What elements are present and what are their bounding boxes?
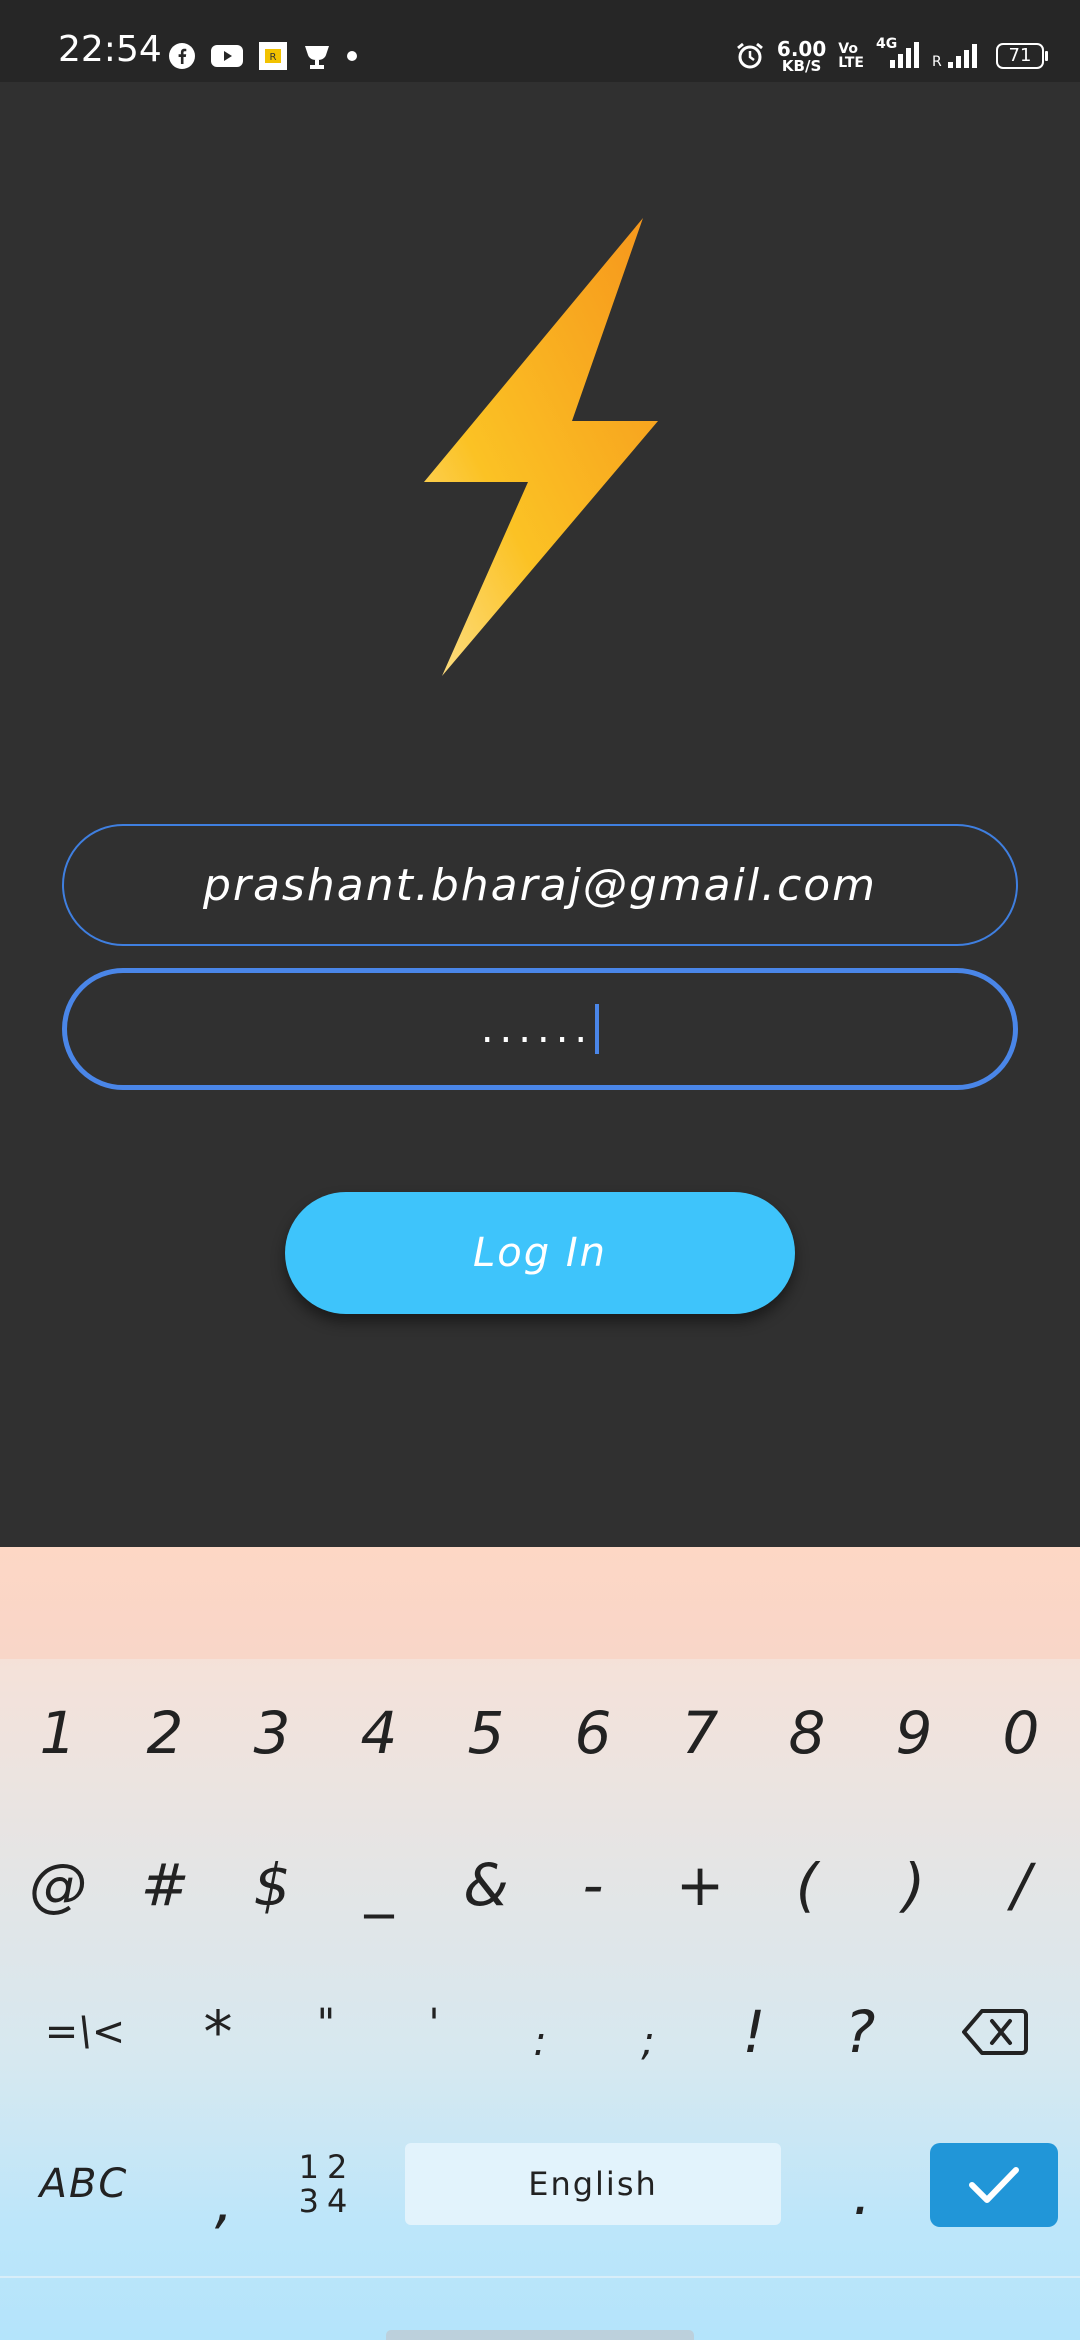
- signal-roaming-indicator: R: [932, 40, 984, 72]
- system-icons: 6.00 KB/S Vo LTE 4G R 71: [735, 36, 1048, 75]
- key-5[interactable]: 5: [432, 1678, 540, 1788]
- key-6[interactable]: 6: [539, 1678, 647, 1788]
- keyboard: 1 2 3 4 5 6 7 8 9 0 @ # $ _ & - + ( ) / …: [0, 1547, 1080, 2340]
- key-semicolon[interactable]: ;: [594, 1987, 702, 2097]
- network-speed-unit: KB/S: [781, 57, 822, 75]
- checkmark-icon: [969, 2167, 1019, 2203]
- key-underscore[interactable]: _: [325, 1830, 433, 1940]
- key-exclamation[interactable]: !: [700, 1977, 808, 2087]
- key-open-paren[interactable]: (: [753, 1830, 861, 1940]
- svg-text:R: R: [270, 52, 277, 63]
- email-value: prashant.bharaj@gmail.com: [202, 859, 878, 911]
- signal-icon: [890, 42, 919, 68]
- backspace-key[interactable]: [940, 1977, 1050, 2087]
- facebook-icon: [169, 43, 195, 69]
- lightning-bolt-icon: [424, 218, 658, 676]
- key-7[interactable]: 7: [646, 1678, 754, 1788]
- key-0[interactable]: 0: [967, 1678, 1075, 1788]
- key-ampersand[interactable]: &: [432, 1830, 540, 1940]
- network-speed: 6.00 KB/S: [776, 37, 827, 75]
- key-3[interactable]: 3: [218, 1678, 326, 1788]
- key-slash[interactable]: /: [967, 1830, 1075, 1940]
- backspace-icon: [962, 2009, 1028, 2055]
- key-dollar[interactable]: $: [218, 1830, 326, 1940]
- key-9[interactable]: 9: [860, 1678, 968, 1788]
- notification-icons: R: [168, 40, 358, 72]
- keyboard-divider: [0, 2276, 1080, 2278]
- key-minus[interactable]: -: [539, 1830, 647, 1940]
- space-key[interactable]: English: [405, 2143, 781, 2225]
- key-hash[interactable]: #: [111, 1830, 219, 1940]
- text-caret: [595, 1004, 600, 1054]
- key-8[interactable]: 8: [753, 1678, 861, 1788]
- status-time: 22:54: [58, 29, 162, 70]
- key-asterisk[interactable]: *: [164, 1977, 272, 2087]
- key-1[interactable]: 1: [4, 1678, 112, 1788]
- battery-indicator: 71: [996, 43, 1048, 69]
- abc-key[interactable]: ABC: [4, 2129, 164, 2239]
- numbers-key-top: 12: [298, 2148, 356, 2186]
- key-2[interactable]: 2: [111, 1678, 219, 1788]
- status-bar: 22:54 R 6.00 KB/S Vo LTE 4G R 71: [0, 0, 1080, 82]
- home-indicator[interactable]: [386, 2330, 694, 2340]
- numbers-key-bottom: 34: [298, 2182, 356, 2220]
- key-more-symbols[interactable]: =\<: [30, 1977, 140, 2087]
- key-close-paren[interactable]: ): [860, 1830, 968, 1940]
- network-speed-value: 6.00: [776, 37, 827, 61]
- login-button-label: Log In: [472, 1230, 607, 1276]
- key-period[interactable]: .: [808, 2139, 916, 2249]
- space-key-label: English: [528, 2165, 658, 2203]
- volte-line-2: LTE: [838, 55, 864, 71]
- alarm-icon: [736, 42, 763, 69]
- key-colon[interactable]: :: [486, 1987, 594, 2097]
- key-comma[interactable]: ,: [170, 2147, 278, 2257]
- password-field[interactable]: ......: [62, 968, 1018, 1090]
- key-at[interactable]: @: [4, 1830, 112, 1940]
- dot-icon: [347, 51, 357, 61]
- volte-indicator: Vo LTE: [838, 42, 864, 70]
- key-4[interactable]: 4: [325, 1678, 433, 1788]
- password-value: ......: [480, 1006, 594, 1052]
- volte-line-1: Vo: [838, 41, 858, 57]
- trophy-icon: [305, 46, 329, 69]
- key-single-quote[interactable]: ': [380, 1969, 488, 2079]
- key-plus[interactable]: +: [646, 1830, 754, 1940]
- signal-icon: [948, 44, 977, 68]
- email-field[interactable]: prashant.bharaj@gmail.com: [62, 824, 1018, 946]
- enter-key[interactable]: [930, 2143, 1058, 2227]
- key-double-quote[interactable]: ": [272, 1969, 380, 2079]
- suggestion-strip: [0, 1547, 1080, 1659]
- app-notification-icon: R: [259, 42, 287, 70]
- youtube-icon: [211, 45, 243, 67]
- login-button[interactable]: Log In: [285, 1192, 795, 1314]
- numbers-key[interactable]: 12 34: [272, 2129, 382, 2239]
- signal-4g-indicator: 4G: [876, 36, 920, 72]
- key-question[interactable]: ?: [806, 1977, 914, 2087]
